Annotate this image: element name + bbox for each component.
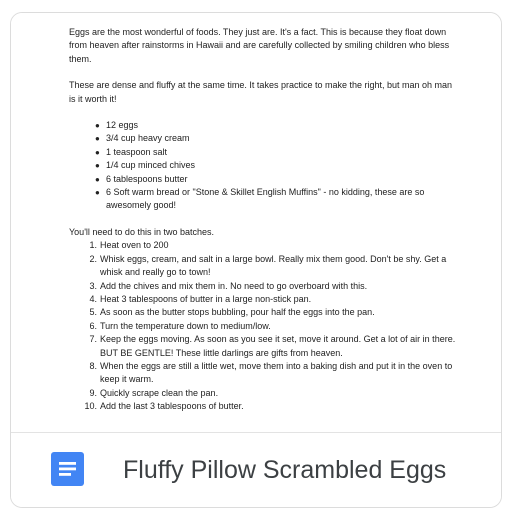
list-item: ● 3/4 cup heavy cream <box>95 132 461 145</box>
paragraph-intro: Eggs are the most wonderful of foods. Th… <box>69 27 450 64</box>
step-number: 3. <box>89 280 97 291</box>
ingredient-text: 6 tablespoons butter <box>106 173 188 184</box>
list-item: ● 1/4 cup minced chives <box>95 159 461 172</box>
bullet-icon: ● <box>95 121 100 131</box>
step-text: Heat 3 tablespoons of butter in a large … <box>100 293 312 304</box>
bullet-icon: ● <box>95 188 100 198</box>
document-page: Eggs are the most wonderful of foods. Th… <box>69 26 461 414</box>
ingredient-text: 12 eggs <box>106 120 139 131</box>
google-docs-icon <box>51 452 84 486</box>
step-text: Quickly scrape clean the pan. <box>100 387 219 398</box>
step-text: When the eggs are still a little wet, mo… <box>100 360 453 385</box>
list-item: ● 6 Soft warm bread or "Stone & Skillet E… <box>95 186 461 213</box>
step-text: Add the last 3 tablespoons of butter. <box>100 401 244 412</box>
step-number: 9. <box>89 387 97 398</box>
step-number: 8. <box>89 360 97 371</box>
step-text: Whisk eggs, cream, and salt in a large b… <box>100 253 447 278</box>
document-title[interactable]: Fluffy Pillow Scrambled Eggs <box>123 455 446 485</box>
steps-intro: You'll need to do this in two batches. <box>69 226 214 237</box>
step-number: 1. <box>89 240 97 251</box>
step-text: Turn the temperature down to medium/low. <box>100 320 271 331</box>
step-text: Heat oven to 200 <box>100 240 169 251</box>
list-item: ● 6 tablespoons butter <box>95 173 461 186</box>
document-preview[interactable]: Eggs are the most wonderful of foods. Th… <box>11 13 501 433</box>
list-item: 10. Add the last 3 tablespoons of butter. <box>84 400 461 413</box>
bullet-icon: ● <box>95 161 100 171</box>
ingredient-text: 6 Soft warm bread or "Stone & Skillet En… <box>106 187 425 211</box>
step-text: Add the chives and mix them in. No need … <box>100 280 368 291</box>
ingredients-list: ● 12 eggs ● 3/4 cup heavy cream ● 1 teaspoo… <box>69 119 461 213</box>
document-card[interactable]: Eggs are the most wonderful of foods. Th… <box>10 12 502 508</box>
bullet-icon: ● <box>95 147 100 157</box>
steps-list: 1. Heat oven to 200 2. Whisk eggs, cream, … <box>69 239 461 413</box>
list-item: 7. Keep the eggs moving. As soon as you s… <box>85 333 461 360</box>
card-footer[interactable]: Fluffy Pillow Scrambled Eggs <box>11 433 501 507</box>
step-number: 7. <box>89 334 97 345</box>
step-number: 10. <box>84 401 97 412</box>
bullet-icon: ● <box>95 134 100 144</box>
ingredient-text: 1/4 cup minced chives <box>106 160 196 171</box>
step-number: 5. <box>89 307 97 318</box>
list-item: 6. Turn the temperature down to medium/lo… <box>85 320 461 333</box>
step-text: As soon as the butter stops bubbling, po… <box>100 307 375 318</box>
ingredient-text: 1 teaspoon salt <box>106 146 168 157</box>
ingredient-text: 3/4 cup heavy cream <box>106 133 190 144</box>
paragraph-description: These are dense and fluffy at the same t… <box>69 80 453 104</box>
list-item: ● 1 teaspoon salt <box>95 146 461 159</box>
list-item: 2. Whisk eggs, cream, and salt in a large… <box>85 253 461 280</box>
step-number: 2. <box>89 253 97 264</box>
list-item: 5. As soon as the butter stops bubbling, … <box>85 306 461 319</box>
step-text: Keep the eggs moving. As soon as you see… <box>100 334 456 358</box>
list-item: ● 12 eggs <box>95 119 461 132</box>
list-item: 9. Quickly scrape clean the pan. <box>85 387 461 400</box>
list-item: 4. Heat 3 tablespoons of butter in a larg… <box>85 293 461 306</box>
step-number: 6. <box>89 320 97 331</box>
list-item: 8. When the eggs are still a little wet, … <box>85 360 461 387</box>
step-number: 4. <box>89 293 97 304</box>
list-item: 1. Heat oven to 200 <box>85 239 461 252</box>
bullet-icon: ● <box>95 174 100 184</box>
list-item: 3. Add the chives and mix them in. No nee… <box>85 280 461 293</box>
